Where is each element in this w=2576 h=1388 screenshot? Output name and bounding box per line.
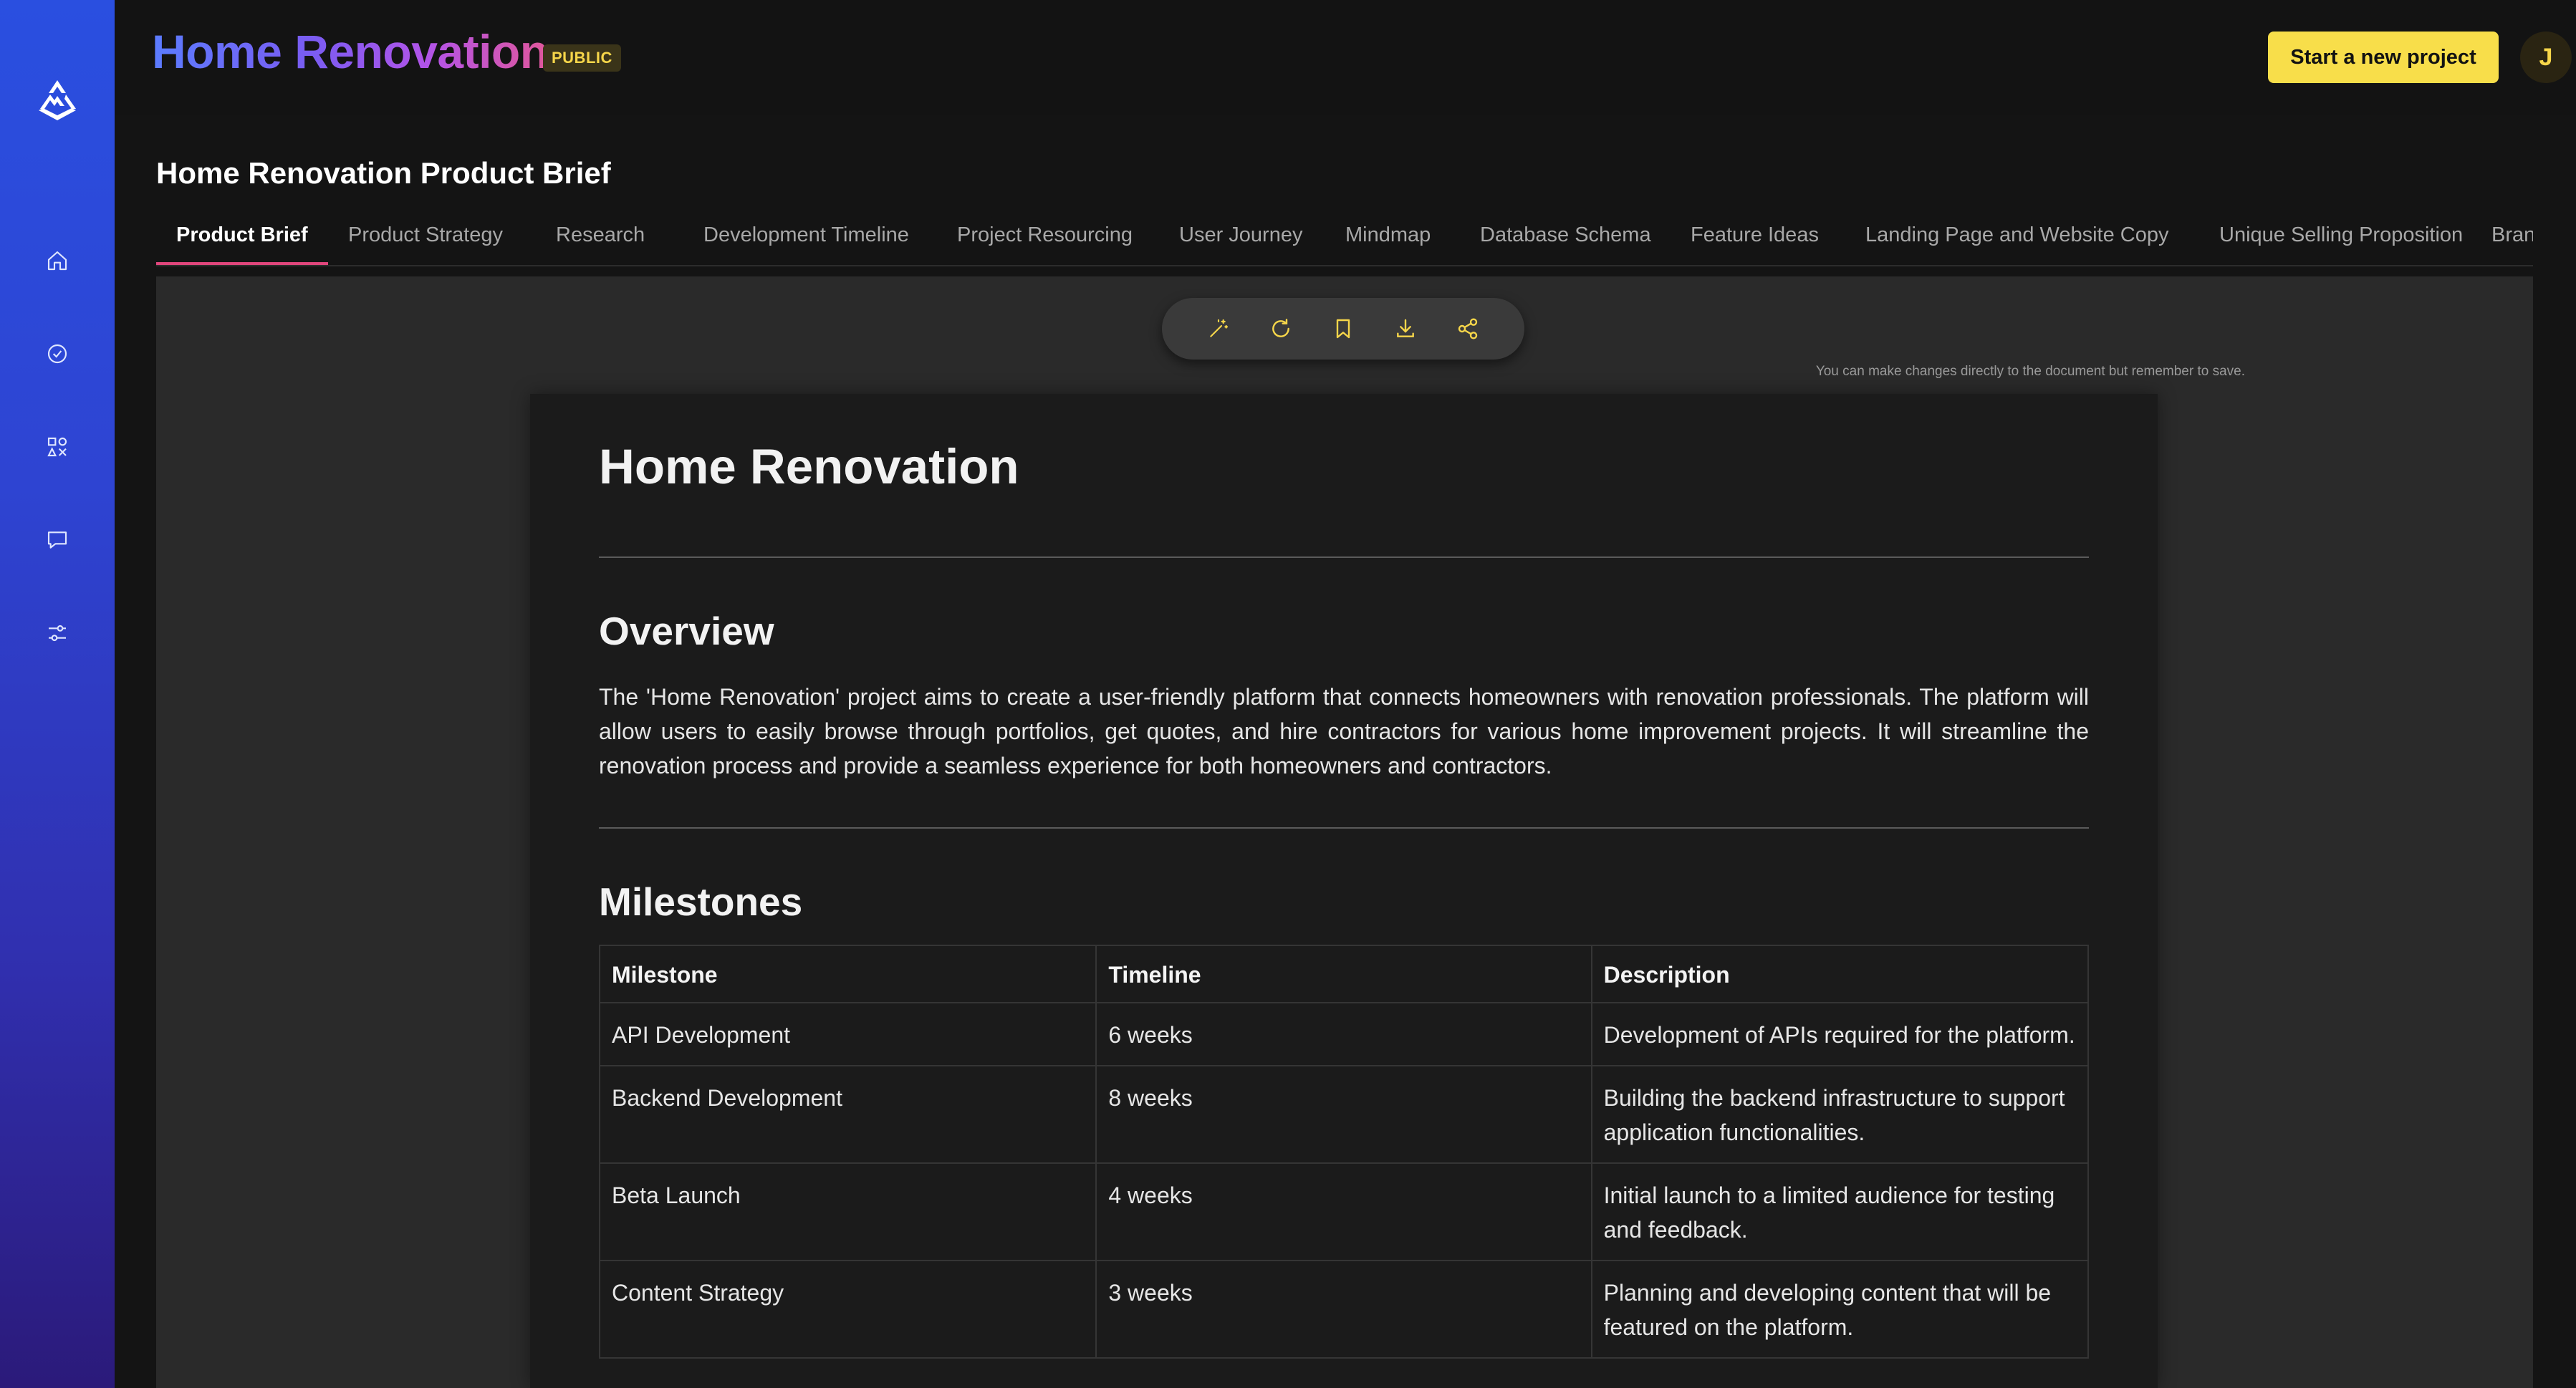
milestone-cell: Content Strategy	[598, 1260, 1097, 1359]
milestones-table: Milestone Timeline Description API Devel…	[598, 945, 2090, 1359]
document-tabs: Product Brief Product Strategy Research …	[156, 212, 2533, 266]
milestone-cell: Backend Development	[598, 1065, 1097, 1164]
tab-user-journey[interactable]: User Journey	[1159, 212, 1322, 265]
check-circle-icon[interactable]	[40, 337, 75, 371]
table-row: Backend Development 8 weeks Building the…	[598, 1065, 2090, 1164]
shapes-icon[interactable]	[40, 430, 75, 464]
table-row: Content Strategy 3 weeks Planning and de…	[598, 1260, 2090, 1359]
description-cell: Initial launch to a limited audience for…	[1590, 1162, 2090, 1261]
avatar[interactable]: J	[2520, 32, 2572, 83]
visibility-badge: PUBLIC	[543, 44, 621, 72]
tab-product-strategy[interactable]: Product Strategy	[328, 212, 523, 265]
divider	[599, 556, 2089, 558]
timeline-cell: 3 weeks	[1095, 1260, 1592, 1359]
tab-development-timeline[interactable]: Development Timeline	[683, 212, 929, 265]
document-workspace: You can make changes directly to the doc…	[156, 276, 2533, 1388]
home-icon[interactable]	[40, 244, 75, 278]
column-header-milestone: Milestone	[598, 945, 1097, 1003]
bookmark-icon[interactable]	[1327, 313, 1359, 344]
sliders-icon[interactable]	[40, 616, 75, 650]
tab-brand[interactable]: Bran	[2471, 212, 2533, 265]
description-cell: Development of APIs required for the pla…	[1590, 1002, 2090, 1066]
overview-heading: Overview	[599, 609, 774, 653]
tab-research[interactable]: Research	[536, 212, 665, 265]
milestone-cell: API Development	[598, 1002, 1097, 1066]
chat-icon[interactable]	[40, 523, 75, 557]
share-icon[interactable]	[1452, 313, 1484, 344]
magic-wand-icon[interactable]	[1203, 313, 1234, 344]
overview-paragraph: The 'Home Renovation' project aims to cr…	[599, 684, 2089, 779]
tab-feature-ideas[interactable]: Feature Ideas	[1671, 212, 1839, 265]
sidebar	[0, 0, 115, 1388]
table-header-row: Milestone Timeline Description	[598, 945, 2090, 1003]
description-cell: Planning and developing content that wil…	[1590, 1260, 2090, 1359]
tab-unique-selling-proposition[interactable]: Unique Selling Proposition	[2199, 212, 2483, 265]
tab-landing-page-copy[interactable]: Landing Page and Website Copy	[1845, 212, 2189, 265]
timeline-cell: 4 weeks	[1095, 1162, 1592, 1261]
mountain-logo-icon[interactable]	[29, 72, 86, 129]
sidebar-nav	[40, 244, 75, 650]
tab-project-resourcing[interactable]: Project Resourcing	[937, 212, 1153, 265]
tab-database-schema[interactable]: Database Schema	[1460, 212, 1671, 265]
top-header: Home Renovation PUBLIC Start a new proje…	[115, 0, 2576, 115]
timeline-cell: 6 weeks	[1095, 1002, 1592, 1066]
document-toolbar	[1162, 298, 1524, 360]
app-title: Home Renovation	[152, 25, 549, 78]
milestone-cell: Beta Launch	[598, 1162, 1097, 1261]
save-hint: You can make changes directly to the doc…	[1815, 364, 2245, 379]
divider	[599, 827, 2089, 829]
milestones-heading: Milestones	[599, 879, 803, 924]
page-title: Home Renovation Product Brief	[156, 156, 611, 190]
tab-product-brief[interactable]: Product Brief	[156, 212, 328, 265]
timeline-cell: 8 weeks	[1095, 1065, 1592, 1164]
tab-mindmap[interactable]: Mindmap	[1325, 212, 1451, 265]
document-editor[interactable]: Home Renovation Overview The 'Home Renov…	[530, 394, 2158, 1388]
column-header-timeline: Timeline	[1095, 945, 1592, 1003]
download-icon[interactable]	[1390, 313, 1421, 344]
document-title: Home Renovation	[599, 439, 1019, 494]
table-row: API Development 6 weeks Development of A…	[598, 1002, 2090, 1066]
start-new-project-button[interactable]: Start a new project	[2268, 32, 2499, 83]
description-cell: Building the backend infrastructure to s…	[1590, 1065, 2090, 1164]
column-header-description: Description	[1590, 945, 2090, 1003]
table-row: Beta Launch 4 weeks Initial launch to a …	[598, 1162, 2090, 1261]
refresh-icon[interactable]	[1265, 313, 1297, 344]
